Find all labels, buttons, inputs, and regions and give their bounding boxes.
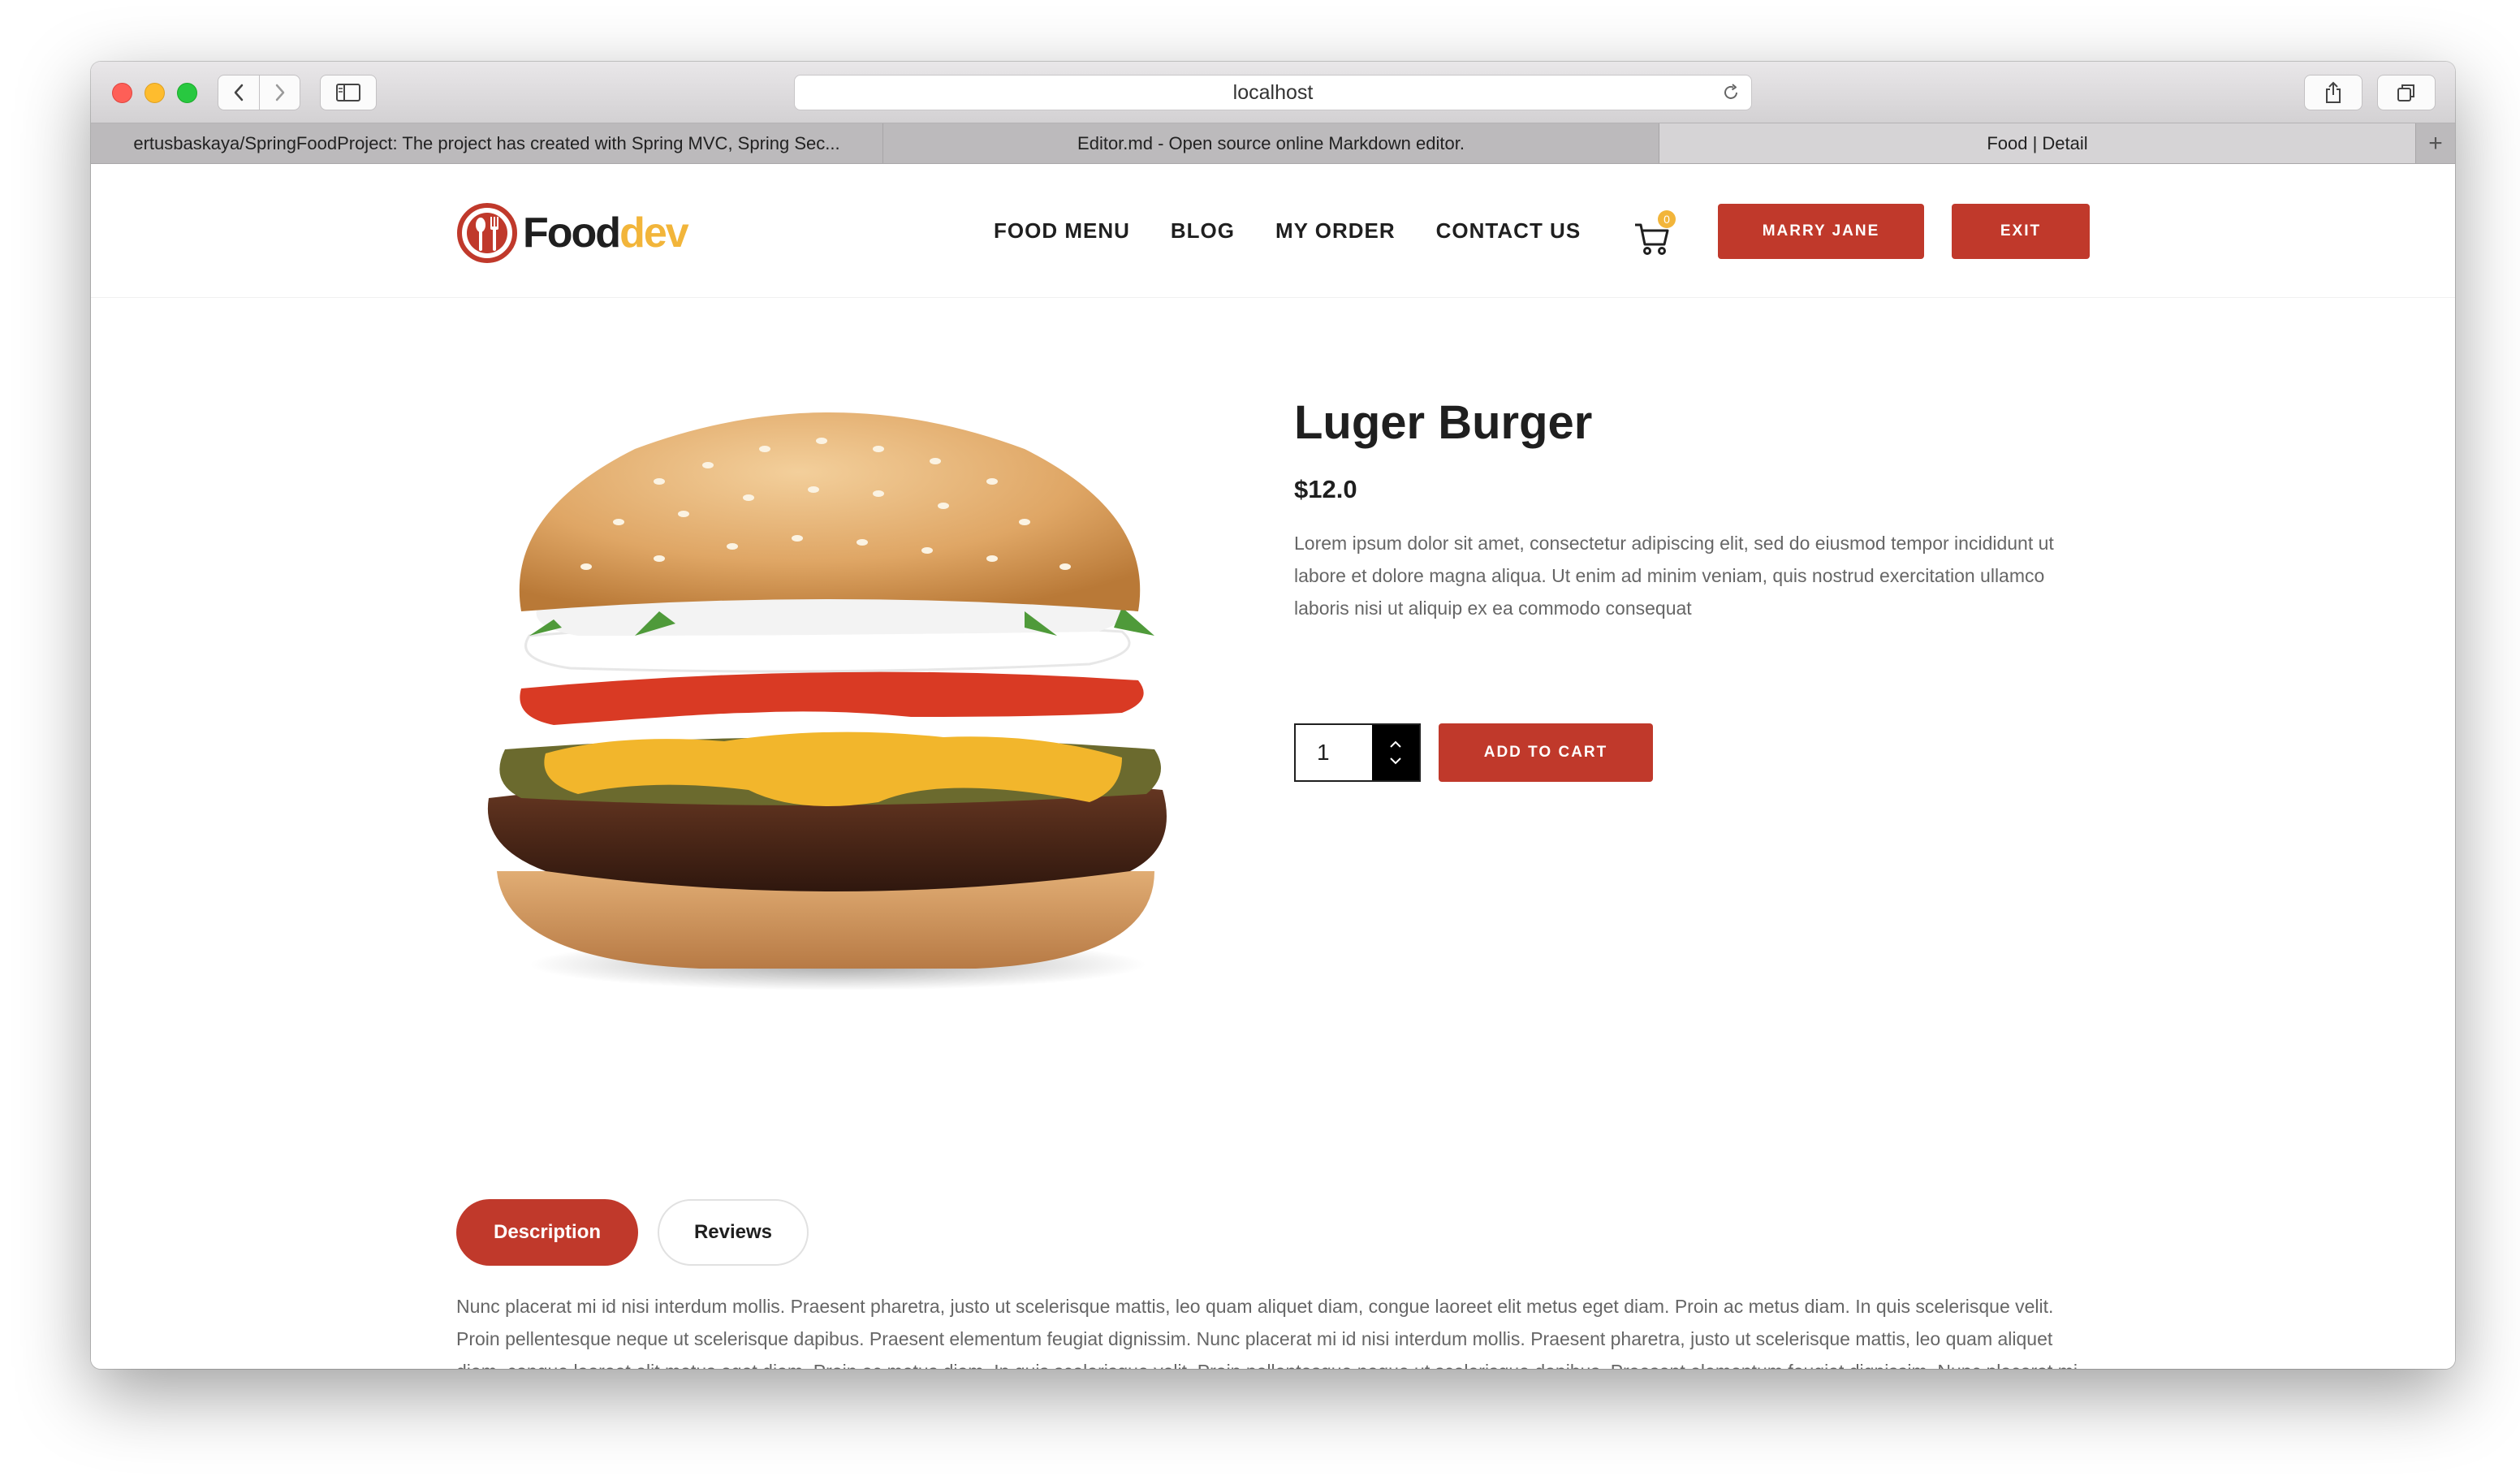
browser-tab[interactable]: ertusbaskaya/SpringFoodProject: The proj…: [91, 123, 883, 163]
site-header: Fooddev FOOD MENU BLOG MY ORDER CONTACT …: [91, 165, 2455, 298]
site-logo[interactable]: Fooddev: [456, 202, 689, 264]
add-to-cart-button[interactable]: ADD TO CART: [1439, 723, 1653, 782]
menu-item-food-menu[interactable]: FOOD MENU: [994, 218, 1130, 244]
chevron-left-icon: [234, 84, 244, 101]
sidebar-icon: [336, 84, 360, 101]
quantity-input[interactable]: 1: [1296, 725, 1372, 780]
logo-wordmark: Fooddev: [523, 209, 689, 257]
logo-text-accent: dev: [619, 209, 689, 257]
user-account-button[interactable]: MARRY JANE: [1718, 204, 1924, 259]
address-bar[interactable]: localhost: [794, 75, 1752, 110]
product-title: Luger Burger: [1294, 396, 1593, 449]
browser-tab-active[interactable]: Food | Detail: [1659, 123, 2416, 163]
browser-tab-title: ertusbaskaya/SpringFoodProject: The proj…: [133, 132, 840, 153]
menu-item-contact-us[interactable]: CONTACT US: [1436, 218, 1581, 244]
reload-icon[interactable]: [1720, 82, 1741, 103]
description-tab-content: Nunc placerat mi id nisi interdum mollis…: [456, 1296, 2078, 1369]
zoom-window-button[interactable]: [177, 83, 197, 103]
quantity-stepper[interactable]: 1: [1294, 723, 1421, 782]
chevron-down-icon[interactable]: [1389, 757, 1402, 765]
back-button[interactable]: [218, 76, 259, 110]
new-tab-button[interactable]: +: [2416, 123, 2455, 163]
exit-button[interactable]: EXIT: [1952, 204, 2090, 259]
tab-overview-button[interactable]: [2377, 75, 2436, 110]
menu-item-blog[interactable]: BLOG: [1171, 218, 1235, 244]
forward-button[interactable]: [259, 76, 300, 110]
url-text: localhost: [1232, 80, 1314, 104]
logo-text-primary: Food: [523, 209, 621, 257]
share-button[interactable]: [2304, 75, 2362, 110]
browser-window: localhost ertusbaskaya/SpringFoodProject…: [91, 62, 2455, 1369]
chevron-up-icon[interactable]: [1389, 740, 1402, 749]
browser-tab-title: Editor.md - Open source online Markdown …: [1077, 132, 1465, 153]
browser-toolbar: localhost: [91, 62, 2455, 123]
minimize-window-button[interactable]: [145, 83, 165, 103]
tab-description[interactable]: Description: [456, 1199, 638, 1266]
menu-item-my-order[interactable]: MY ORDER: [1275, 218, 1396, 244]
browser-tab[interactable]: Editor.md - Open source online Markdown …: [883, 123, 1659, 163]
cart-count-badge: 0: [1658, 210, 1676, 228]
chevron-right-icon: [275, 84, 284, 101]
web-page: Fooddev FOOD MENU BLOG MY ORDER CONTACT …: [91, 165, 2455, 1369]
fork-spoon-logo-icon: [457, 203, 517, 263]
browser-tab-title: Food | Detail: [1987, 132, 2088, 153]
browser-tabbar: ertusbaskaya/SpringFoodProject: The proj…: [91, 123, 2455, 164]
tabs-overview-icon: [2397, 84, 2414, 101]
share-icon: [2326, 81, 2341, 103]
product-description: Lorem ipsum dolor sit amet, consectetur …: [1294, 533, 2054, 619]
history-nav: [218, 75, 300, 110]
tab-reviews[interactable]: Reviews: [658, 1199, 809, 1266]
quantity-arrows: [1372, 725, 1419, 780]
main-menu: FOOD MENU BLOG MY ORDER CONTACT US: [994, 218, 1581, 244]
product-image: [487, 412, 1167, 990]
product-price: $12.0: [1294, 475, 1357, 503]
close-window-button[interactable]: [112, 83, 132, 103]
cart-button[interactable]: 0: [1633, 210, 1679, 256]
sidebar-toggle-button[interactable]: [320, 75, 377, 110]
